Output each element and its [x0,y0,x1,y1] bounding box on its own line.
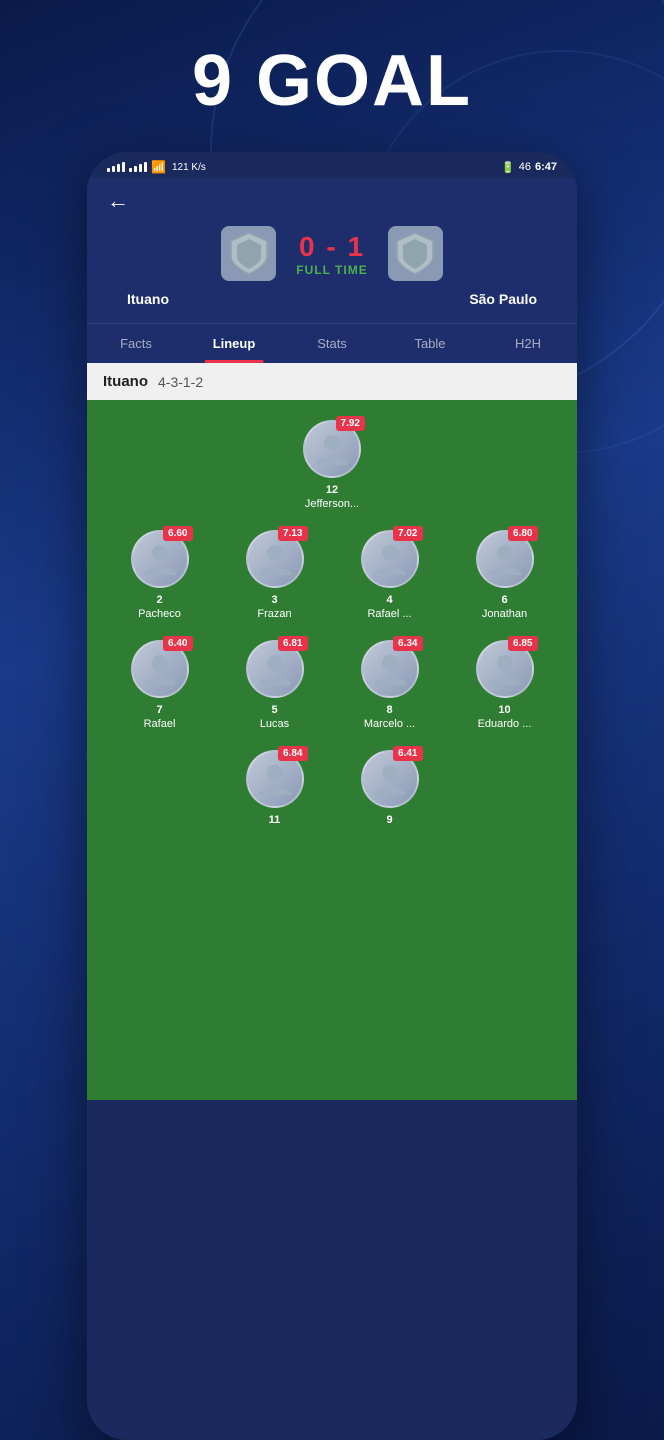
player-avatar-wrap: 6.80 [476,530,534,588]
team-names: Ituano São Paulo [107,291,557,307]
time-display: 6:47 [535,161,557,173]
player-row-2: 6.40 7 Rafael 6.81 5 Lucas [97,640,567,730]
match-header: ← 0 - 1 FULL TIME [87,178,577,323]
page-title: 9 GOAL [192,40,472,122]
player-card-2-2[interactable]: 6.34 8 Marcelo ... [340,640,440,730]
player-name: Marcelo ... [364,718,415,730]
network-speed: 121 K/s [172,162,206,173]
battery-icon: 🔋 [501,161,515,174]
player-card-3-0[interactable]: 6.84 11 [225,750,325,828]
player-rating: 6.41 [393,746,422,761]
player-number: 3 [271,594,277,606]
player-number: 6 [501,594,507,606]
player-rating: 6.85 [508,636,537,651]
football-field: 7.92 12 Jefferson... 6.60 2 Pacheco [87,400,577,1100]
tab-table[interactable]: Table [381,324,479,363]
player-card-2-1[interactable]: 6.81 5 Lucas [225,640,325,730]
player-number: 12 [326,484,338,496]
signal-icon [107,162,125,172]
player-avatar-wrap: 6.60 [131,530,189,588]
status-right: 🔋 46 6:47 [501,161,557,174]
player-avatar-wrap: 6.40 [131,640,189,698]
player-card-0-0[interactable]: 7.92 12 Jefferson... [282,420,382,510]
player-rating: 7.02 [393,526,422,541]
player-rating: 7.13 [278,526,307,541]
player-number: 7 [156,704,162,716]
phone-content: ← 0 - 1 FULL TIME [87,178,577,1100]
player-name: Jonathan [482,608,527,620]
player-rating: 6.81 [278,636,307,651]
player-avatar-wrap: 6.34 [361,640,419,698]
player-name: Jefferson... [305,498,359,510]
player-name: Eduardo ... [478,718,532,730]
home-team-logo [221,226,276,281]
player-card-1-1[interactable]: 7.13 3 Frazan [225,530,325,620]
player-card-3-1[interactable]: 6.41 9 [340,750,440,828]
player-rating: 6.84 [278,746,307,761]
player-name: Rafael ... [367,608,411,620]
tab-lineup[interactable]: Lineup [185,324,283,363]
player-card-2-0[interactable]: 6.40 7 Rafael [110,640,210,730]
match-status: FULL TIME [296,263,367,277]
player-number: 4 [386,594,392,606]
player-rating: 6.34 [393,636,422,651]
player-rating: 6.60 [163,526,192,541]
player-rating: 6.40 [163,636,192,651]
tab-facts[interactable]: Facts [87,324,185,363]
match-score-area: 0 - 1 FULL TIME [107,226,557,281]
player-row-0: 7.92 12 Jefferson... [97,420,567,510]
lineup-team-name: Ituano [103,373,148,390]
home-team-name: Ituano [117,291,169,307]
lineup-header: Ituano 4-3-1-2 [87,363,577,400]
away-team-logo [388,226,443,281]
player-avatar-wrap: 6.81 [246,640,304,698]
player-rating: 6.80 [508,526,537,541]
status-bar: 📶 121 K/s 🔋 46 6:47 [87,152,577,178]
player-avatar-wrap: 7.92 [303,420,361,478]
player-name: Rafael [144,718,176,730]
player-number: 5 [271,704,277,716]
player-number: 9 [386,814,392,826]
player-avatar-wrap: 6.84 [246,750,304,808]
player-avatar-wrap: 7.13 [246,530,304,588]
lineup-formation: 4-3-1-2 [158,374,203,390]
tab-h2h[interactable]: H2H [479,324,577,363]
player-avatar-wrap: 7.02 [361,530,419,588]
tab-bar: Facts Lineup Stats Table H2H [87,323,577,363]
player-row-1: 6.60 2 Pacheco 7.13 3 Frazan [97,530,567,620]
player-card-1-3[interactable]: 6.80 6 Jonathan [455,530,555,620]
phone-mockup: 📶 121 K/s 🔋 46 6:47 ← 0 - 1 FULL [87,152,577,1440]
player-name: Pacheco [138,608,181,620]
player-name: Lucas [260,718,289,730]
score-area: 0 - 1 FULL TIME [296,231,367,277]
player-rating: 7.92 [336,416,365,431]
signal-icon-2 [129,162,147,172]
player-avatar-wrap: 6.41 [361,750,419,808]
tab-stats[interactable]: Stats [283,324,381,363]
player-row-3: 6.84 11 6.41 9 [97,750,567,828]
away-team-name: São Paulo [469,291,547,307]
player-avatar-wrap: 6.85 [476,640,534,698]
player-number: 10 [498,704,510,716]
player-card-1-0[interactable]: 6.60 2 Pacheco [110,530,210,620]
wifi-icon: 📶 [151,160,166,174]
player-number: 8 [386,704,392,716]
player-number: 2 [156,594,162,606]
match-score: 0 - 1 [296,231,367,263]
back-button[interactable]: ← [107,188,557,214]
battery-level: 46 [519,161,531,173]
player-number: 11 [269,814,281,826]
player-card-1-2[interactable]: 7.02 4 Rafael ... [340,530,440,620]
player-card-2-3[interactable]: 6.85 10 Eduardo ... [455,640,555,730]
status-left: 📶 121 K/s [107,160,206,174]
player-name: Frazan [257,608,291,620]
